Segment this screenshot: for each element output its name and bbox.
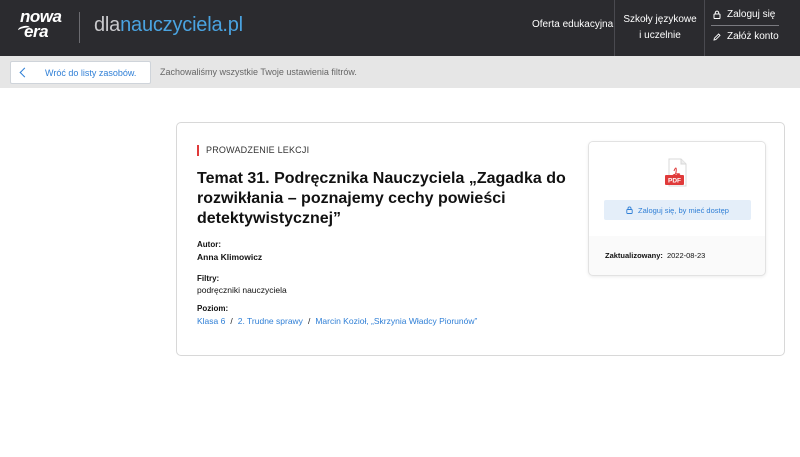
pdf-icon-label: PDF: [668, 178, 681, 185]
filters-saved-note: Zachowaliśmy wszystkie Twoje ustawienia …: [160, 67, 357, 77]
top-navigation-bar: nowa era dlanauczyciela.pl Oferta edukac…: [0, 0, 800, 56]
lock-icon: [626, 206, 633, 214]
pencil-icon: [713, 32, 721, 41]
chevron-left-icon: [19, 67, 30, 78]
level-label: Poziom:: [197, 304, 229, 313]
nav-schools-link[interactable]: Szkoły językowe i uczelnie: [622, 12, 698, 44]
site-name-suffix: nauczyciela.pl: [120, 14, 243, 36]
site-name-prefix: dla: [94, 14, 121, 36]
nowa-era-logo[interactable]: nowa era: [17, 8, 66, 47]
resource-title: Temat 31. Podręcznika Nauczyciela „Zagad…: [197, 170, 566, 227]
register-label: Załóż konto: [727, 31, 779, 42]
author-name: Anna Klimowicz: [197, 252, 263, 262]
updated-label: Zaktualizowany:: [605, 251, 663, 260]
resource-card: PROWADZENIE LEKCJI Temat 31. Podręcznika…: [176, 122, 785, 356]
lock-icon: [713, 10, 721, 19]
filters-bar: Wróć do listy zasobów.: [0, 56, 800, 88]
filters-label: Filtry:: [197, 274, 220, 283]
author-label: Autor:: [197, 240, 221, 249]
login-label: Zaloguj się: [727, 9, 776, 20]
nav-underline: [711, 25, 779, 26]
updated-date: 2022-08-23: [666, 251, 706, 260]
updated-info: Zaktualizowany: 2022-08-23: [605, 251, 705, 260]
download-panel-top: PDF Zaloguj się, by mieć dostęp: [589, 142, 765, 236]
pdf-icon: PDF: [665, 158, 687, 187]
level-link-book[interactable]: Marcin Kozioł, „Skrzynia Władcy Piorunów…: [315, 316, 477, 326]
back-button-label: Wróć do listy zasobów.: [45, 67, 137, 78]
logo-text-era: era: [24, 22, 49, 41]
login-for-access-label: Zaloguj się, by mieć dostęp: [638, 205, 729, 215]
nav-separator: [704, 0, 705, 56]
level-separator: /: [230, 316, 233, 326]
login-link[interactable]: Zaloguj się: [713, 9, 775, 20]
resource-category: PROWADZENIE LEKCJI: [197, 145, 309, 156]
level-link-class[interactable]: Klasa 6: [197, 316, 225, 326]
back-to-list-button[interactable]: Wróć do listy zasobów.: [10, 61, 151, 84]
logo-divider: [79, 12, 80, 43]
nav-separator: [614, 0, 615, 56]
level-separator: /: [307, 316, 311, 326]
level-link-unit[interactable]: 2. Trudne sprawy: [238, 316, 303, 326]
level-breadcrumb: Klasa 6 / 2. Trudne sprawy / Marcin Kozioł, …: [197, 316, 477, 326]
login-for-access-button[interactable]: Zaloguj się, by mieć dostęp: [604, 200, 751, 220]
register-link[interactable]: Załóż konto: [713, 31, 779, 42]
nav-offer-link[interactable]: Oferta edukacyjna: [532, 19, 613, 30]
site-name-link[interactable]: dlanauczyciela.pl: [94, 14, 243, 37]
download-panel: PDF Zaloguj się, by mieć dostęp Zaktuali…: [588, 141, 766, 276]
filters-value: podręczniki nauczyciela: [197, 285, 287, 295]
